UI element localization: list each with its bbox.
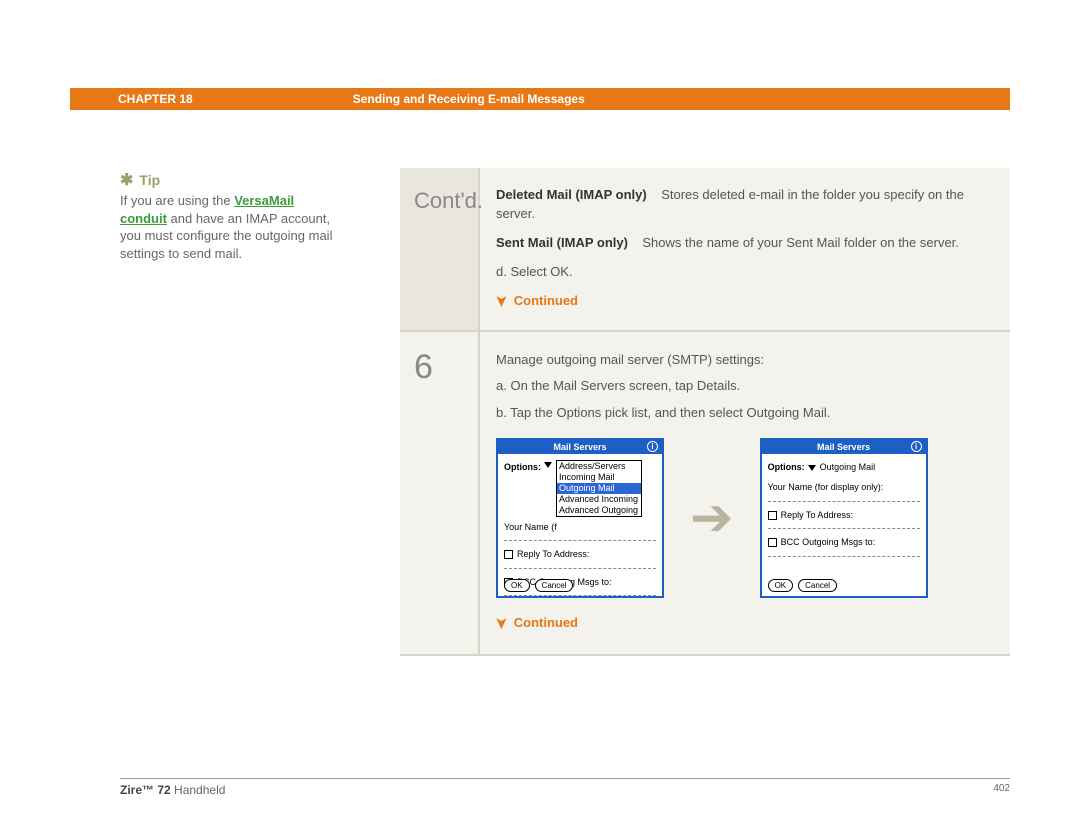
page-number: 402 xyxy=(993,783,1010,797)
palm-titlebar: Mail Servers i xyxy=(762,440,926,454)
arrow-right-icon: ➔ xyxy=(690,492,734,544)
tip-header: ✱ Tip xyxy=(120,170,340,190)
defn-term: Sent Mail (IMAP only) xyxy=(496,235,628,250)
product-bold: Zire™ 72 xyxy=(120,783,171,797)
step-contd-label: Cont'd. xyxy=(400,168,480,330)
picklist-item[interactable]: Incoming Mail xyxy=(557,472,641,483)
reply-label: Reply To Address: xyxy=(781,508,853,522)
continued-marker: ➤ Continued xyxy=(496,612,984,634)
step-contd-row: Cont'd. Deleted Mail (IMAP only) Stores … xyxy=(400,168,1010,332)
tip-body: If you are using the VersaMail conduit a… xyxy=(120,192,340,262)
tip-sidebar: ✱ Tip If you are using the VersaMail con… xyxy=(120,170,340,262)
info-icon[interactable]: i xyxy=(911,441,922,452)
palm-title: Mail Servers xyxy=(817,440,870,454)
options-row: Options: Address/Servers Incoming Mail O… xyxy=(504,460,656,517)
palm-screen-right: Mail Servers i Options: Outgoing Mail Yo… xyxy=(760,438,928,598)
cancel-button[interactable]: Cancel xyxy=(798,579,837,592)
product-rest: Handheld xyxy=(171,783,226,797)
picklist-item[interactable]: Advanced Incoming xyxy=(557,494,641,505)
options-value[interactable]: Outgoing Mail xyxy=(820,460,876,474)
bcc-row[interactable]: BCC Outgoing Msgs to: xyxy=(768,535,920,549)
main-content: Cont'd. Deleted Mail (IMAP only) Stores … xyxy=(400,168,1010,656)
step-6-row: 6 Manage outgoing mail server (SMTP) set… xyxy=(400,332,1010,655)
ok-button[interactable]: OK xyxy=(768,579,794,592)
input-line[interactable] xyxy=(504,540,656,541)
defn-desc: Shows the name of your Sent Mail folder … xyxy=(642,235,959,250)
input-line[interactable] xyxy=(504,595,656,596)
palm-body: Options: Outgoing Mail Your Name (for di… xyxy=(762,454,926,567)
bcc-label: BCC Outgoing Msgs to: xyxy=(781,535,876,549)
info-icon[interactable]: i xyxy=(647,441,658,452)
options-label: Options: xyxy=(504,460,541,474)
reply-row[interactable]: Reply To Address: xyxy=(768,508,920,522)
checkbox-icon[interactable] xyxy=(768,538,777,547)
chapter-title: Sending and Receiving E-mail Messages xyxy=(353,92,585,106)
dropdown-icon[interactable] xyxy=(808,465,816,471)
dropdown-icon[interactable] xyxy=(544,462,552,468)
page-footer: Zire™ 72 Handheld 402 xyxy=(120,778,1010,797)
asterisk-icon: ✱ xyxy=(120,170,133,190)
ok-button[interactable]: OK xyxy=(504,579,530,592)
definition-sent-mail: Sent Mail (IMAP only) Shows the name of … xyxy=(496,234,984,253)
input-line[interactable] xyxy=(768,528,920,529)
palm-title: Mail Servers xyxy=(553,440,606,454)
step-contd-body: Deleted Mail (IMAP only) Stores deleted … xyxy=(480,168,1010,330)
picklist-item-selected[interactable]: Outgoing Mail xyxy=(557,483,641,494)
your-name-row: Your Name (for display only): xyxy=(768,480,920,494)
picklist-item[interactable]: Advanced Outgoing xyxy=(557,505,641,516)
defn-term: Deleted Mail (IMAP only) xyxy=(496,187,647,202)
your-name-row: Your Name (f xyxy=(504,520,656,534)
continued-label: Continued xyxy=(514,613,578,634)
continued-arrow-icon: ➤ xyxy=(492,296,512,308)
input-line[interactable] xyxy=(768,556,920,557)
continued-arrow-icon: ➤ xyxy=(491,617,513,629)
checkbox-icon[interactable] xyxy=(768,511,777,520)
options-label: Options: xyxy=(768,460,805,474)
substep-d: d. Select OK. xyxy=(496,263,984,282)
options-row: Options: Outgoing Mail xyxy=(768,460,920,474)
tip-text-part1: If you are using the xyxy=(120,193,234,208)
chapter-header: CHAPTER 18 Sending and Receiving E-mail … xyxy=(70,88,1010,110)
palm-button-row: OK Cancel xyxy=(768,579,837,592)
input-line[interactable] xyxy=(768,501,920,502)
checkbox-icon[interactable] xyxy=(504,550,513,559)
step6-a: a. On the Mail Servers screen, tap Detai… xyxy=(496,376,984,397)
continued-label: Continued xyxy=(514,292,578,311)
chapter-label: CHAPTER 18 xyxy=(118,92,193,106)
step-6-body: Manage outgoing mail server (SMTP) setti… xyxy=(480,332,1010,655)
palm-titlebar: Mail Servers i xyxy=(498,440,662,454)
definition-deleted-mail: Deleted Mail (IMAP only) Stores deleted … xyxy=(496,186,984,224)
picklist-item[interactable]: Address/Servers xyxy=(557,461,641,472)
cancel-button[interactable]: Cancel xyxy=(535,579,574,592)
options-picklist[interactable]: Address/Servers Incoming Mail Outgoing M… xyxy=(556,460,642,517)
step6-b: b. Tap the Options pick list, and then s… xyxy=(496,403,984,424)
input-line[interactable] xyxy=(504,568,656,569)
product-name: Zire™ 72 Handheld xyxy=(120,783,225,797)
step-number: 6 xyxy=(400,332,480,655)
reply-label: Reply To Address: xyxy=(517,547,589,561)
palm-screen-left: Mail Servers i Options: Address/Servers … xyxy=(496,438,664,598)
screenshots-row: Mail Servers i Options: Address/Servers … xyxy=(496,438,984,598)
reply-row[interactable]: Reply To Address: xyxy=(504,547,656,561)
palm-button-row: OK Cancel xyxy=(504,579,573,592)
step6-intro: Manage outgoing mail server (SMTP) setti… xyxy=(496,350,984,371)
continued-marker: ➤ Continued xyxy=(496,291,984,311)
tip-label: Tip xyxy=(139,172,160,188)
